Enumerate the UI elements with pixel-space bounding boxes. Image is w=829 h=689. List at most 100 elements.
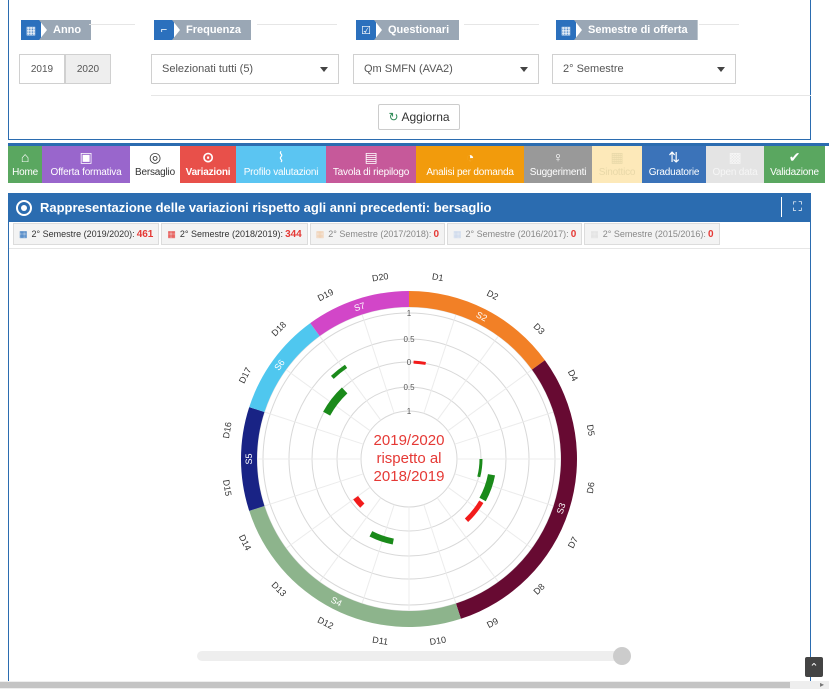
year-2019-button[interactable]: 2019 [19,54,65,84]
lightbulb-icon: ♀ [552,149,564,165]
question-label: D19 [316,287,335,303]
chevron-down-icon [717,67,725,72]
nav-label: Graduatorie [648,167,700,178]
nav-tavola-di-riepilogo[interactable]: ▤ Tavola di riepilogo [326,146,416,183]
semestre-value: 2° Semestre [563,63,624,75]
grid-icon: ▦ [610,149,624,165]
question-label: D10 [429,635,447,647]
question-label: D5 [585,424,597,437]
nav-label: Analisi per domanda [426,167,514,178]
question-label: D18 [270,320,289,339]
grid-spoke [436,497,499,583]
app-root: ▦ Anno 2019 2020 ⌐ Frequenza Selezionati… [0,0,829,689]
refresh-button[interactable]: ↻ Aggiorna [378,104,460,130]
dashboard-icon: ◔ [465,149,475,165]
nav-profilo-valutazioni[interactable]: ⌇ Profilo valutazioni [236,146,326,183]
variation-bar [477,459,483,478]
nav-bersaglio[interactable]: ◎ Bersaglio [130,146,180,183]
home-icon: ⌂ [20,149,30,165]
variation-bar [330,364,348,379]
question-label: D9 [485,616,500,630]
nav-label: Suggerimenti [529,167,587,178]
center-label: 2019/2020 [374,432,445,449]
question-label: D2 [485,288,500,302]
target-icon: ◎ [148,149,162,165]
grid-spoke [447,369,533,432]
question-label: D12 [316,615,335,631]
questionari-select[interactable]: Qm SMFN (AVA2) [353,54,539,84]
chart-scroll-thumb[interactable] [613,647,631,665]
chevron-down-icon [520,67,528,72]
grid-spoke [285,369,371,432]
frequenza-label: Frequenza [172,20,252,40]
frequenza-value: Selezionati tutti (5) [162,63,254,75]
filter-panel: ▦ Anno 2019 2020 ⌐ Frequenza Selezionati… [8,0,811,140]
question-label: D14 [237,533,253,552]
year-2020-button[interactable]: 2020 [65,54,111,84]
line-chart-icon: ⌇ [277,149,285,165]
frequenza-select[interactable]: Selezionati tutti (5) [151,54,339,84]
questionari-label: Questionari [374,20,460,40]
nav-label: Variazioni [185,167,231,178]
nav-label: Sinottico [598,167,636,178]
chart-scroll-track[interactable] [197,651,619,661]
nav-graduatorie[interactable]: ⇅ Graduatorie [642,146,706,183]
pulse-icon: ⌐ [154,20,174,40]
page-horizontal-scrollbar[interactable]: ▸ [0,680,829,689]
nav-validazione[interactable]: ✔ Validazione [764,146,825,183]
scroll-right-icon[interactable]: ▸ [820,680,824,689]
questionari-filter: ☑ Questionari [356,20,460,40]
grid-spoke [436,335,499,421]
back-to-top-button[interactable]: ⌃ [805,657,823,677]
question-label: D4 [566,368,580,383]
chart-panel: Rappresentazione delle variazioni rispet… [8,193,811,689]
variation-bar [413,360,426,365]
nav-label: Tavola di riepilogo [332,167,410,178]
database-icon: ▩ [728,149,742,165]
nav-label: Profilo valutazioni [243,167,319,178]
nav-variazioni[interactable]: ⊙ Variazioni [180,146,236,183]
ring-tick-label: 1 [407,407,412,416]
variation-bar [479,474,496,502]
calendar-icon: ▦ [21,20,41,40]
scrollbar-thumb[interactable] [0,682,790,688]
semestre-filter: ▦ Semestre di offerta [556,20,698,40]
question-label: D11 [372,635,389,647]
checkbox-icon: ☑ [356,20,376,40]
calendar-icon: ▦ [556,20,576,40]
anno-label: Anno [39,20,92,40]
chevron-down-icon [320,67,328,72]
question-label: D17 [237,366,253,385]
question-label: D6 [585,481,597,494]
semestre-select[interactable]: 2° Semestre [552,54,736,84]
target-circle-icon: ⊙ [202,149,214,165]
grid-spoke [447,486,533,549]
nav-offerta-formativa[interactable]: ▣ Offerta formativa [42,146,130,183]
frequenza-filter: ⌐ Frequenza [154,20,252,40]
questionari-value: Qm SMFN (AVA2) [364,63,453,75]
center-label: 2018/2019 [374,468,445,485]
question-label: D15 [221,479,233,497]
question-label: D1 [431,271,444,283]
refresh-label: Aggiorna [401,110,450,124]
question-label: D8 [532,582,547,597]
section-arc-s6 [249,323,320,413]
table-icon: ▤ [364,149,378,165]
ring-tick-label: 0.5 [403,383,415,392]
nav-suggerimenti[interactable]: ♀ Suggerimenti [524,146,592,183]
nav-analisi-per-domanda[interactable]: ◔ Analisi per domanda [416,146,524,183]
nav-sinottico[interactable]: ▦ Sinottico [592,146,642,183]
ring-tick-label: 0.5 [403,335,415,344]
nav-label: Bersaglio [135,167,175,178]
question-label: D13 [270,580,289,599]
nav-open-data[interactable]: ▩ Open data [706,146,764,183]
question-label: D20 [371,271,389,283]
nav-home[interactable]: ⌂ Home [8,146,42,183]
nav-label: Validazione [770,167,819,178]
section-label: S5 [244,453,254,464]
thumbs-up-icon: ✔ [788,149,801,165]
grid-spoke [319,497,382,583]
main-nav: ⌂ Home ▣ Offerta formativa ◎ Bersaglio ⊙ Variaz… [8,143,829,183]
sort-icon: ⇅ [668,149,680,165]
question-label: D3 [532,321,547,336]
